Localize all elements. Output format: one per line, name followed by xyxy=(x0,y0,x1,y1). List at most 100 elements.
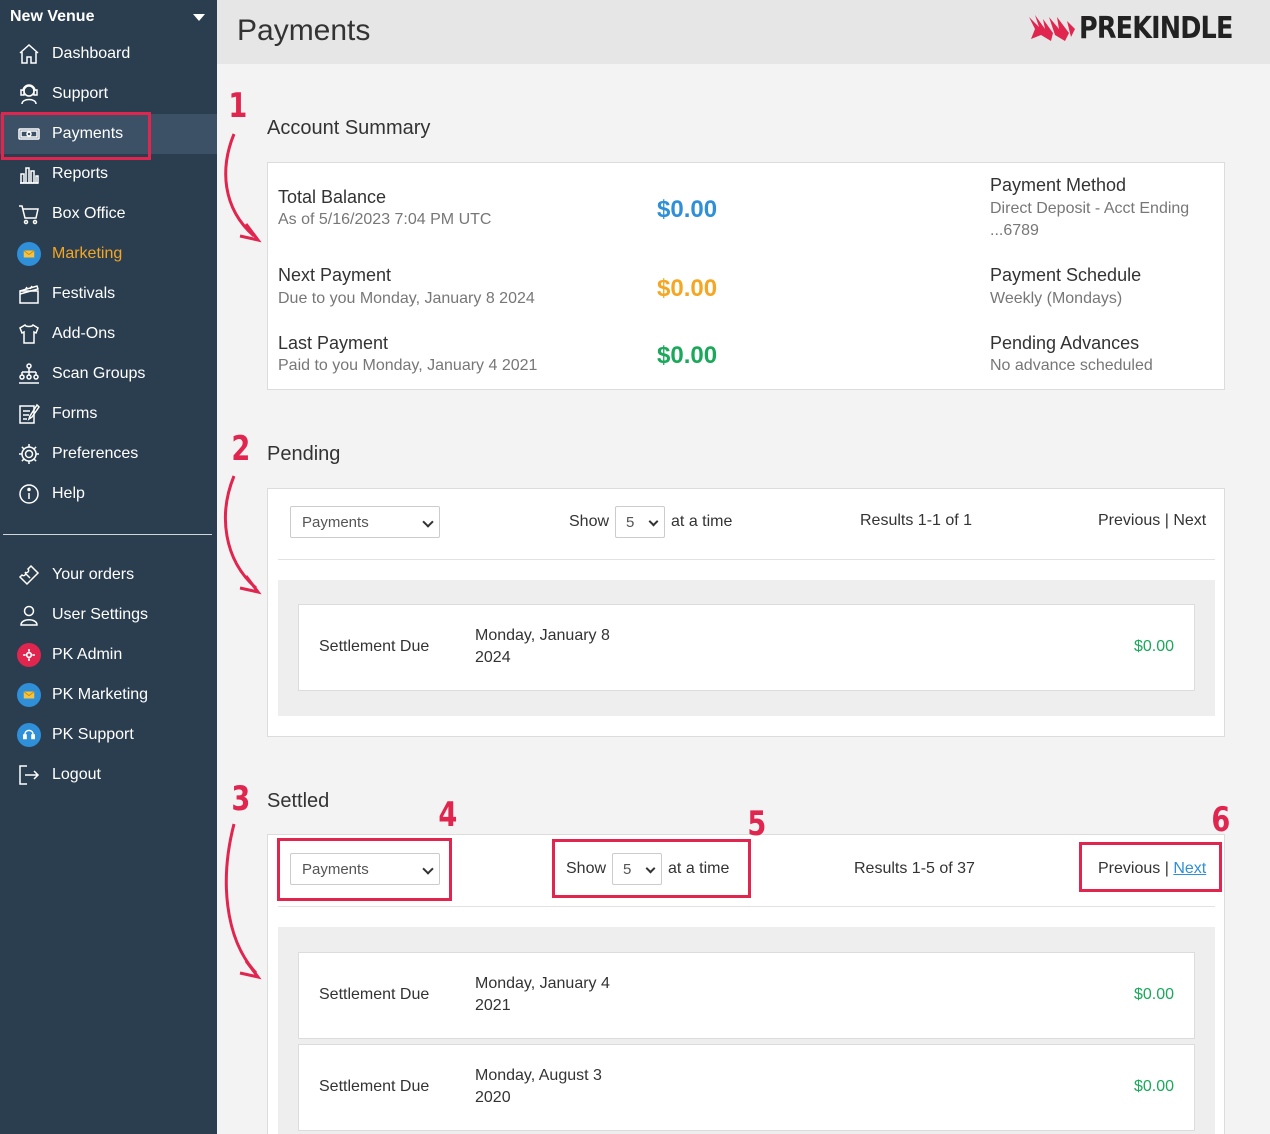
annotation-box-pagination xyxy=(1079,842,1222,892)
chevron-down-icon xyxy=(648,516,659,527)
annotation-box-filter xyxy=(277,838,452,901)
sidebar-item-add-ons[interactable]: Add-Ons xyxy=(0,314,217,354)
list-item[interactable]: Settlement Due Monday, August 3 2020 $0.… xyxy=(298,1044,1195,1131)
user-icon xyxy=(16,602,42,628)
sidebar-item-label: Box Office xyxy=(52,205,126,222)
clapper-icon xyxy=(16,281,42,307)
row-date: Monday, January 8 2024 xyxy=(475,625,635,669)
list-item[interactable]: Settlement Due Monday, January 8 2024 $0… xyxy=(298,604,1195,691)
annotation-arrow-1 xyxy=(224,133,262,243)
sidebar-item-logout[interactable]: Logout xyxy=(0,755,217,795)
settled-list: Settlement Due Monday, January 4 2021 $0… xyxy=(278,927,1215,1134)
row-type: Settlement Due xyxy=(319,638,430,655)
pending-pagination: Previous | Next xyxy=(1098,512,1206,530)
payment-method-account: ...6789 xyxy=(990,222,1039,239)
row-type: Settlement Due xyxy=(319,1078,430,1095)
org-chart-icon xyxy=(16,361,42,387)
sidebar-item-forms[interactable]: Forms xyxy=(0,394,217,434)
sidebar-item-support[interactable]: Support xyxy=(0,74,217,114)
last-payment-date: Paid to you Monday, January 4 2021 xyxy=(278,357,538,374)
next-payment-label: Next Payment xyxy=(278,265,392,285)
row-amount: $0.00 xyxy=(1133,986,1174,1003)
row-date: Monday, January 4 2021 xyxy=(475,973,635,1017)
page-header: Payments PREKINDLE xyxy=(217,0,1270,64)
next-payment-amount: $0.00 xyxy=(657,275,718,302)
sidebar-item-label: Marketing xyxy=(52,245,123,262)
pending-results-count: Results 1-1 of 1 xyxy=(860,512,973,529)
sidebar-item-festivals[interactable]: Festivals xyxy=(0,274,217,314)
sidebar-item-marketing[interactable]: Marketing xyxy=(0,234,217,274)
venue-selector[interactable]: New Venue xyxy=(0,0,217,34)
at-a-time-label: at a time xyxy=(671,513,733,530)
sidebar-item-pk-marketing[interactable]: PK Marketing xyxy=(0,675,217,715)
sidebar-item-user-settings[interactable]: User Settings xyxy=(0,595,217,635)
sidebar-item-scan-groups[interactable]: Scan Groups xyxy=(0,354,217,394)
annotation-arrow-3 xyxy=(224,823,262,980)
total-balance-amount: $0.00 xyxy=(657,196,718,223)
bar-chart-icon xyxy=(16,161,42,187)
form-icon xyxy=(16,401,42,427)
previous-link[interactable]: Previous xyxy=(1098,512,1160,529)
pending-card: Payments Show 5 at a time Results 1-1 of… xyxy=(267,488,1225,737)
venue-name: New Venue xyxy=(10,8,95,25)
payment-method-label: Payment Method xyxy=(990,175,1127,195)
gear-icon xyxy=(16,441,42,467)
cart-icon xyxy=(16,201,42,227)
annotation-number-3: 3 xyxy=(231,779,251,819)
pending-list: Settlement Due Monday, January 8 2024 $0… xyxy=(278,580,1215,716)
list-item[interactable]: Settlement Due Monday, January 4 2021 $0… xyxy=(298,952,1195,1039)
info-icon xyxy=(16,481,42,507)
annotation-number-4: 4 xyxy=(438,795,458,835)
sidebar-item-label: Preferences xyxy=(52,445,139,462)
prekindle-logo[interactable]: PREKINDLE xyxy=(1027,10,1260,46)
sidebar-item-help[interactable]: Help xyxy=(0,474,217,514)
last-payment-label: Last Payment xyxy=(278,333,389,353)
main-content: Account Summary Total Balance As of 5/16… xyxy=(217,64,1270,1134)
pending-advances-label: Pending Advances xyxy=(990,333,1140,353)
next-link[interactable]: Next xyxy=(1173,512,1206,529)
total-balance-label: Total Balance xyxy=(278,187,387,207)
settled-divider xyxy=(278,906,1215,907)
show-label: Show xyxy=(569,513,610,530)
row-type: Settlement Due xyxy=(319,986,430,1003)
caret-down-icon[interactable] xyxy=(193,13,205,21)
sidebar-item-preferences[interactable]: Preferences xyxy=(0,434,217,474)
annotation-box-page-size xyxy=(552,839,751,898)
annotation-number-5: 5 xyxy=(747,804,767,844)
page-size-value: 5 xyxy=(626,513,635,531)
next-payment-date: Due to you Monday, January 8 2024 xyxy=(278,290,535,307)
payment-schedule-label: Payment Schedule xyxy=(990,265,1142,285)
sidebar-item-reports[interactable]: Reports xyxy=(0,154,217,194)
row-date-line1: Monday, January 8 xyxy=(475,627,610,644)
row-amount: $0.00 xyxy=(1133,638,1174,655)
pending-advances-value: No advance scheduled xyxy=(990,357,1153,374)
sidebar-item-your-orders[interactable]: Your orders xyxy=(0,555,217,595)
sidebar-item-label: Logout xyxy=(52,766,101,783)
pending-show-control: Show 5 at a time xyxy=(569,506,732,538)
sidebar-item-pk-admin[interactable]: PK Admin xyxy=(0,635,217,675)
pending-title: Pending xyxy=(267,443,341,465)
sidebar-item-dashboard[interactable]: Dashboard xyxy=(0,34,217,74)
settled-results-count: Results 1-5 of 37 xyxy=(854,860,975,877)
sidebar-item-label: Forms xyxy=(52,405,98,422)
sidebar-divider xyxy=(3,534,212,535)
total-balance-date: As of 5/16/2023 7:04 PM UTC xyxy=(278,211,492,228)
sidebar-item-label: Dashboard xyxy=(52,45,131,62)
pending-page-size-select[interactable]: 5 xyxy=(615,506,666,538)
home-icon xyxy=(16,41,42,67)
sidebar-item-label: PK Support xyxy=(52,726,134,743)
page-title: Payments xyxy=(237,14,371,47)
sidebar-item-box-office[interactable]: Box Office xyxy=(0,194,217,234)
logo-text: PREKINDLE xyxy=(1079,10,1233,46)
last-payment-amount: $0.00 xyxy=(657,342,718,369)
marketing-icon xyxy=(16,241,42,267)
sidebar-item-pk-support[interactable]: PK Support xyxy=(0,715,217,755)
logo-flame-icon xyxy=(1029,15,1076,41)
pending-filter-select[interactable]: Payments xyxy=(290,506,440,538)
annotation-number-6: 6 xyxy=(1211,800,1231,840)
ticket-icon xyxy=(16,562,42,588)
logout-icon xyxy=(16,762,42,788)
row-date-line1: Monday, January 4 xyxy=(475,975,610,992)
row-date-line2: 2021 xyxy=(475,997,511,1014)
pager-separator: | xyxy=(1164,512,1169,529)
